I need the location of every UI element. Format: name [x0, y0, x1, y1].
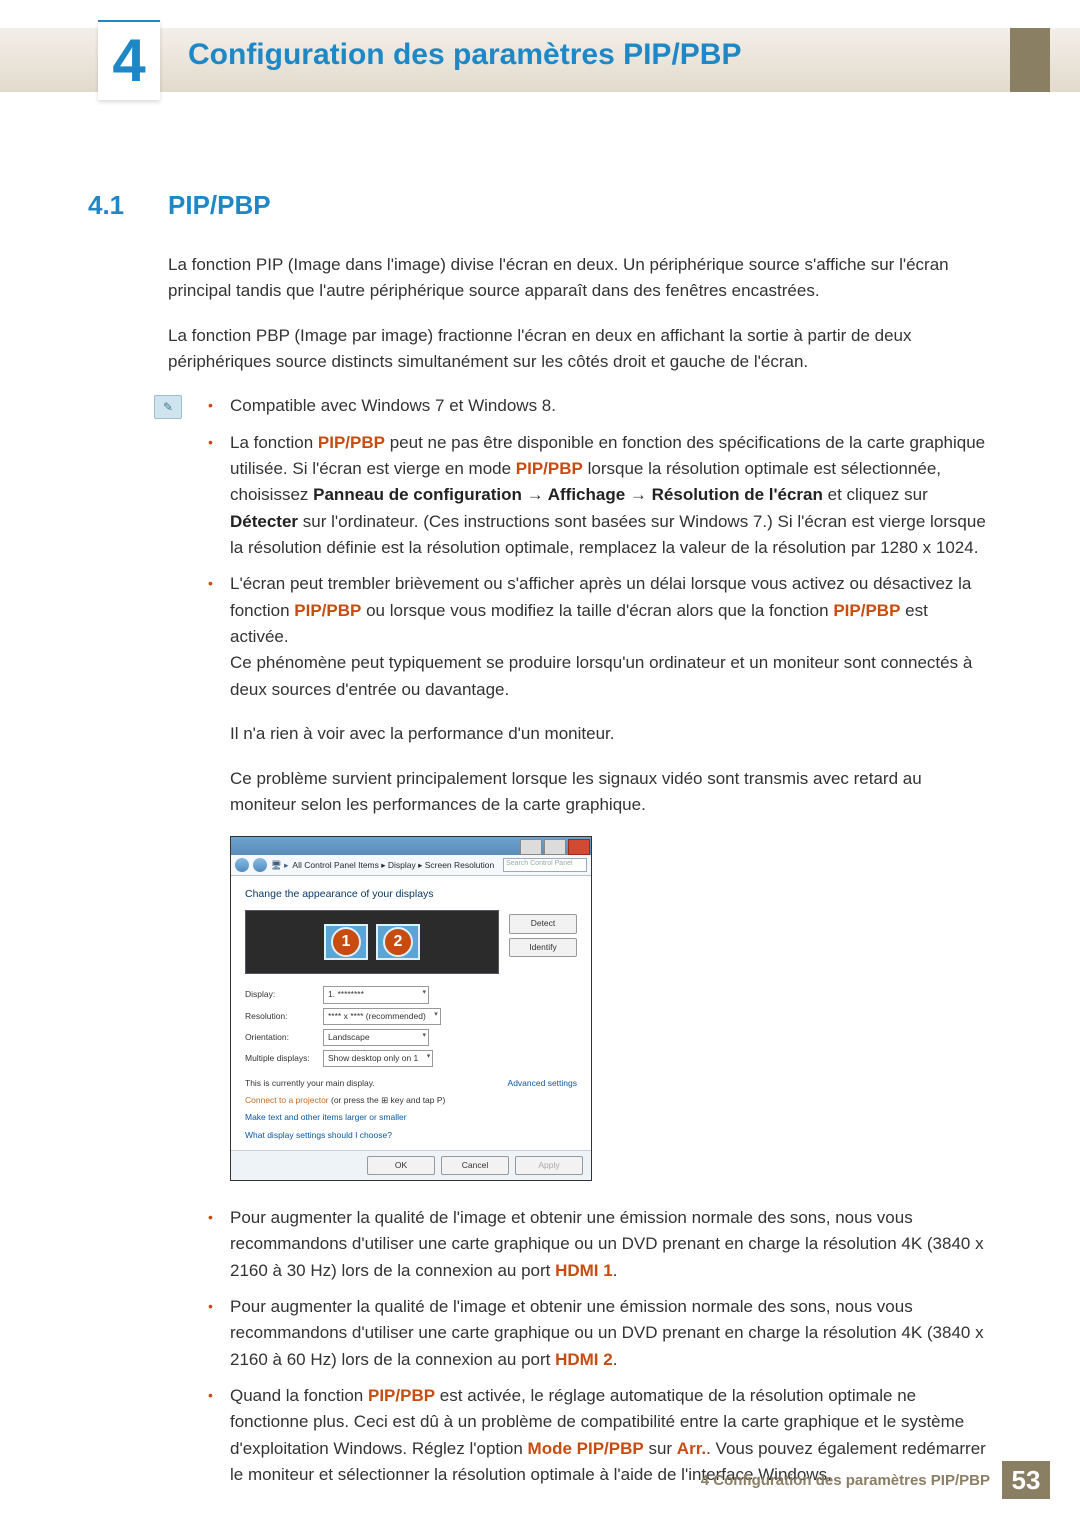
- chapter-badge: 4: [98, 20, 160, 100]
- monitor-2[interactable]: 2: [376, 924, 420, 960]
- body-content: La fonction PIP (Image dans l'image) div…: [168, 252, 990, 1502]
- info-bullet-3-sub-2: Il n'a rien à voir avec la performance d…: [230, 721, 990, 747]
- detect-term: Détecter: [230, 512, 298, 531]
- info-bullet-1: Compatible avec Windows 7 et Windows 8.: [230, 393, 990, 419]
- mode-pippbp-term: Mode PIP/PBP: [528, 1439, 644, 1458]
- display-term: Affichage: [548, 485, 625, 504]
- text: La fonction: [230, 433, 318, 452]
- select-orientation[interactable]: Landscape: [323, 1029, 429, 1046]
- pippbp-term: PIP/PBP: [368, 1386, 435, 1405]
- info-block: ✎ Compatible avec Windows 7 et Windows 8…: [168, 393, 990, 1488]
- text: .: [613, 1350, 618, 1369]
- cancel-button[interactable]: Cancel: [441, 1156, 509, 1175]
- breadcrumb[interactable]: All Control Panel Items ▸ Display ▸ Scre…: [292, 859, 494, 872]
- link-text-size[interactable]: Make text and other items larger or smal…: [245, 1111, 577, 1124]
- text: sur l'ordinateur. (Ces instructions sont…: [230, 512, 986, 557]
- pippbp-term: PIP/PBP: [833, 601, 900, 620]
- main-display-msg: This is currently your main display.: [245, 1077, 375, 1090]
- label-resolution: Resolution:: [245, 1010, 323, 1023]
- text: et cliquez sur: [823, 485, 928, 504]
- search-input[interactable]: Search Control Panel: [503, 858, 587, 872]
- pippbp-term: PIP/PBP: [516, 459, 583, 478]
- page-number-badge: 53: [1002, 1461, 1050, 1499]
- info-bullet-2: La fonction PIP/PBP peut ne pas être dis…: [230, 430, 990, 562]
- select-multiple-displays[interactable]: Show desktop only on 1: [323, 1050, 433, 1067]
- resolution-term: Résolution de l'écran: [652, 485, 823, 504]
- info-bullet-4: Pour augmenter la qualité de l'image et …: [230, 1205, 990, 1284]
- nav-forward-icon[interactable]: [253, 858, 267, 872]
- info-icon: ✎: [154, 395, 182, 419]
- nav-row: 🖥 ▸ All Control Panel Items ▸ Display ▸ …: [231, 855, 591, 876]
- detect-button[interactable]: Detect: [509, 914, 577, 933]
- text: ou lorsque vous modifiez la taille d'écr…: [361, 601, 833, 620]
- monitor-1-badge: 1: [331, 927, 361, 957]
- display-preview: 1 2: [245, 910, 499, 974]
- info-bullet-3-sub-1: Ce phénomène peut typiquement se produir…: [230, 650, 990, 703]
- chapter-number: 4: [112, 31, 145, 91]
- label-orientation: Orientation:: [245, 1031, 323, 1044]
- control-panel-window: 🖥 ▸ All Control Panel Items ▸ Display ▸ …: [230, 836, 592, 1181]
- arrow-icon: →: [522, 485, 548, 504]
- intro-paragraph-2: La fonction PBP (Image par image) fracti…: [168, 323, 990, 376]
- label-multiple-displays: Multiple displays:: [245, 1052, 323, 1065]
- control-panel-figure: 🖥 ▸ All Control Panel Items ▸ Display ▸ …: [230, 836, 990, 1181]
- hdmi-port-term: HDMI 1: [555, 1261, 613, 1280]
- link-projector-hint: (or press the ⊞ key and tap P): [329, 1095, 446, 1105]
- link-projector[interactable]: Connect to a projector (or press the ⊞ k…: [245, 1094, 577, 1107]
- page: 4 Configuration des paramètres PIP/PBP 4…: [0, 0, 1080, 1527]
- maximize-button[interactable]: [544, 839, 566, 855]
- text: sur: [644, 1439, 677, 1458]
- ok-button[interactable]: OK: [367, 1156, 435, 1175]
- chapter-title: Configuration des paramètres PIP/PBP: [188, 38, 741, 72]
- select-display[interactable]: 1. ********: [323, 986, 429, 1003]
- panel-body: Change the appearance of your displays 1…: [231, 876, 591, 1150]
- link-advanced-settings[interactable]: Advanced settings: [508, 1077, 577, 1090]
- off-term: Arr.: [677, 1439, 706, 1458]
- select-resolution[interactable]: **** x **** (recommended): [323, 1008, 441, 1025]
- footer-text: 4 Configuration des paramètres PIP/PBP: [701, 1472, 990, 1489]
- minimize-button[interactable]: [520, 839, 542, 855]
- monitor-2-badge: 2: [383, 927, 413, 957]
- identify-button[interactable]: Identify: [509, 938, 577, 957]
- section-number: 4.1: [88, 190, 124, 221]
- info-bullet-3-sub-3: Ce problème survient principalement lors…: [230, 766, 990, 819]
- button-bar: OK Cancel Apply: [231, 1150, 591, 1180]
- intro-paragraph-1: La fonction PIP (Image dans l'image) div…: [168, 252, 990, 305]
- monitor-1[interactable]: 1: [324, 924, 368, 960]
- section-title: PIP/PBP: [168, 190, 271, 221]
- info-list: Compatible avec Windows 7 et Windows 8. …: [230, 393, 990, 1488]
- apply-button[interactable]: Apply: [515, 1156, 583, 1175]
- pippbp-term: PIP/PBP: [318, 433, 385, 452]
- link-projector-text: Connect to a projector: [245, 1095, 329, 1105]
- link-which-settings[interactable]: What display settings should I choose?: [245, 1129, 577, 1142]
- info-bullet-3: L'écran peut trembler brièvement ou s'af…: [230, 571, 990, 1181]
- control-panel-term: Panneau de configuration: [313, 485, 522, 504]
- footer: 4 Configuration des paramètres PIP/PBP 5…: [701, 1461, 1050, 1499]
- hdmi-port-term: HDMI 2: [555, 1350, 613, 1369]
- panel-heading: Change the appearance of your displays: [245, 886, 577, 902]
- nav-back-icon[interactable]: [235, 858, 249, 872]
- close-button[interactable]: [568, 839, 590, 855]
- window-titlebar: [231, 837, 591, 855]
- label-display: Display:: [245, 988, 323, 1001]
- pippbp-term: PIP/PBP: [294, 601, 361, 620]
- text: .: [613, 1261, 618, 1280]
- display-form: Display:1. ******** Resolution:**** x **…: [245, 986, 577, 1067]
- text: Quand la fonction: [230, 1386, 368, 1405]
- info-bullet-5: Pour augmenter la qualité de l'image et …: [230, 1294, 990, 1373]
- arrow-icon: →: [625, 485, 651, 504]
- header-accent-stripe: [1010, 28, 1050, 92]
